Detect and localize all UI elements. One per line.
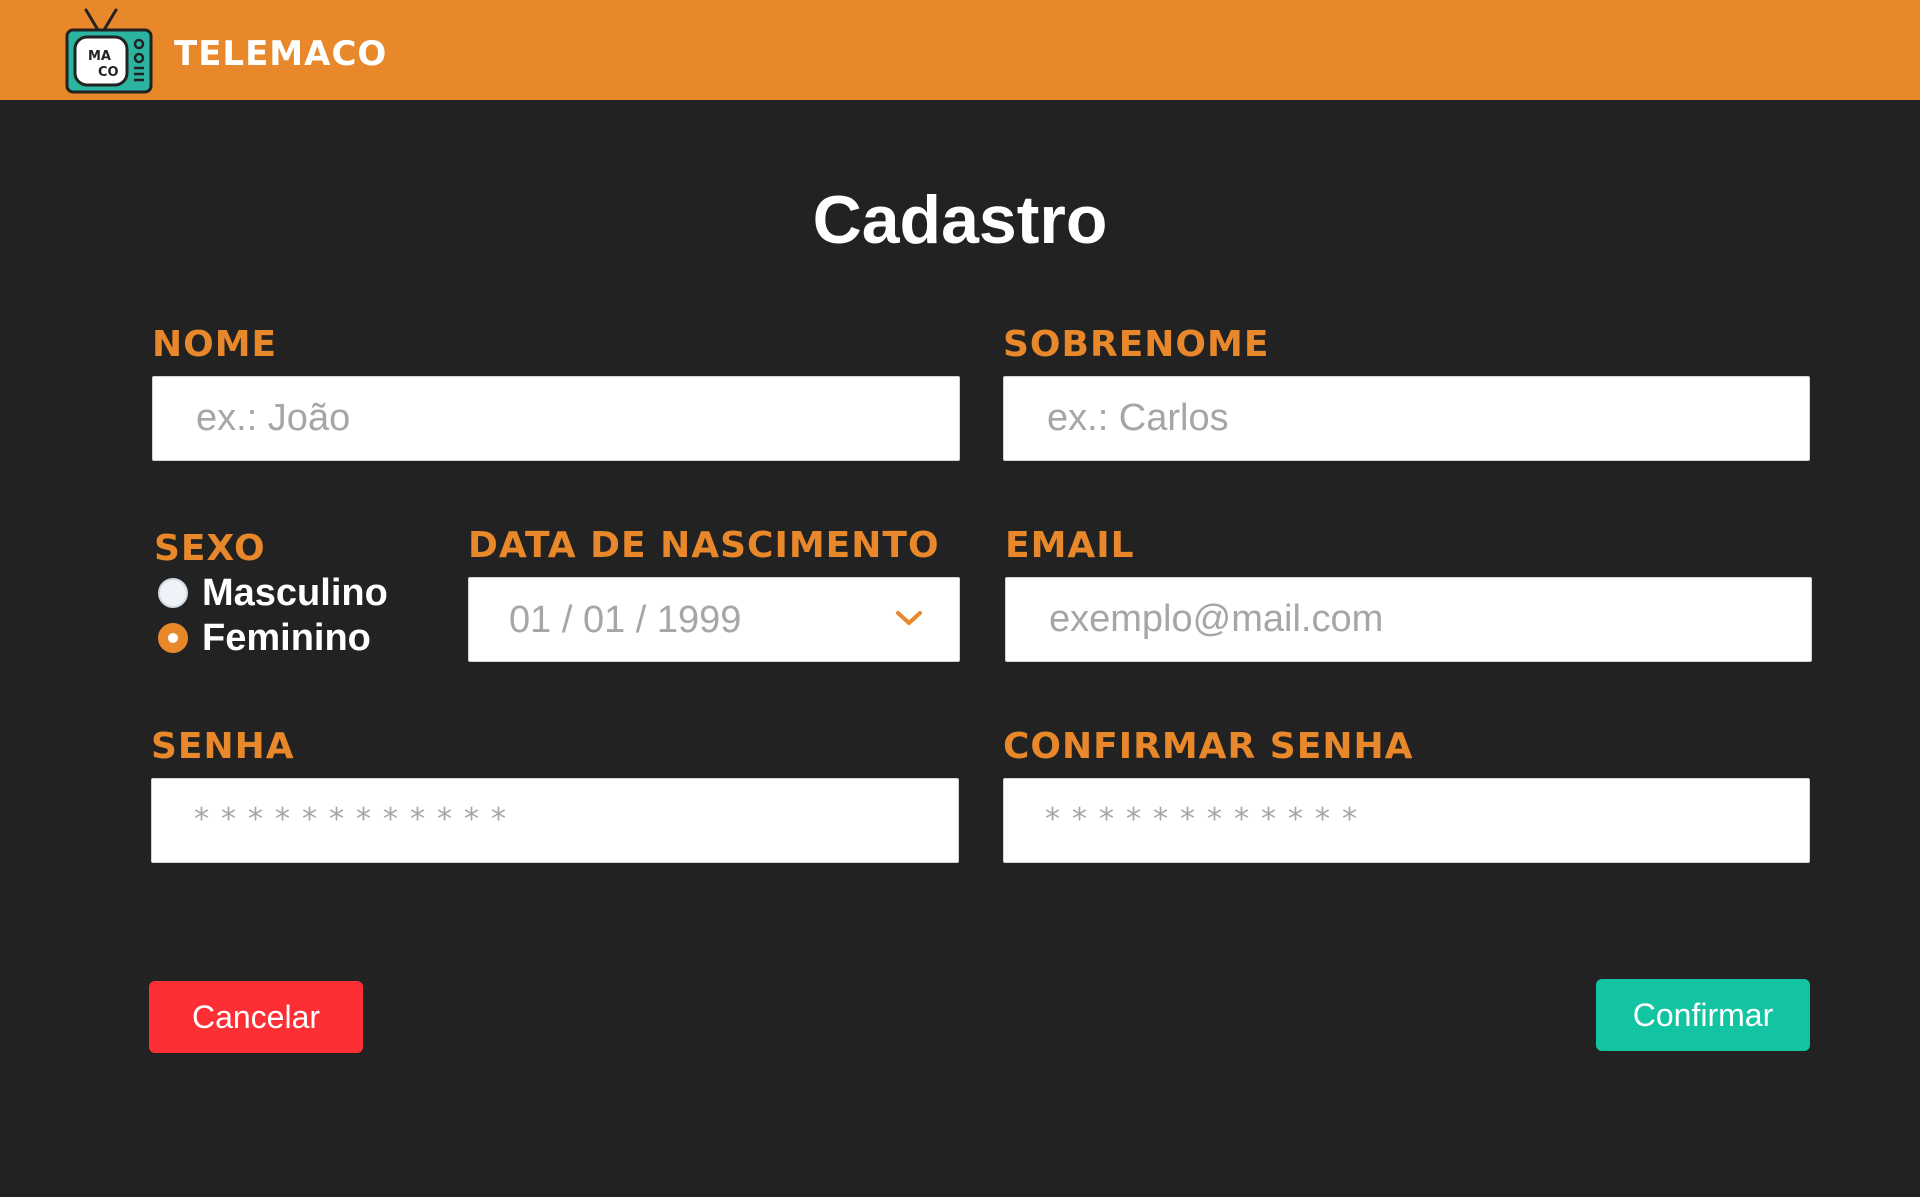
confirm-button[interactable]: Confirmar bbox=[1596, 979, 1810, 1051]
data-nascimento-label: DATA DE NASCIMENTO bbox=[468, 525, 940, 566]
brand-name[interactable]: TELEMACO bbox=[174, 34, 387, 74]
radio-option-masculino[interactable]: Masculino bbox=[158, 571, 388, 615]
date-of-birth-select[interactable]: 01 / 01 / 1999 bbox=[468, 577, 960, 662]
nome-input[interactable] bbox=[152, 376, 960, 461]
page-title: Cadastro bbox=[812, 182, 1108, 258]
sobrenome-input[interactable] bbox=[1003, 376, 1810, 461]
email-input[interactable] bbox=[1005, 577, 1812, 662]
tv-logo-icon[interactable]: MA CO bbox=[64, 6, 154, 94]
sobrenome-label: SOBRENOME bbox=[1003, 324, 1270, 365]
cancel-button[interactable]: Cancelar bbox=[149, 981, 363, 1053]
sexo-label: SEXO bbox=[154, 528, 266, 569]
radio-button-feminino[interactable] bbox=[158, 623, 188, 653]
confirmar-senha-input[interactable] bbox=[1003, 778, 1810, 863]
radio-option-feminino[interactable]: Feminino bbox=[158, 616, 371, 660]
confirmar-senha-label: CONFIRMAR SENHA bbox=[1003, 726, 1414, 767]
radio-label-feminino: Feminino bbox=[202, 617, 371, 659]
nome-label: NOME bbox=[152, 324, 278, 365]
radio-button-masculino[interactable] bbox=[158, 578, 188, 608]
svg-text:CO: CO bbox=[98, 65, 119, 80]
svg-text:MA: MA bbox=[88, 49, 111, 64]
chevron-down-icon[interactable] bbox=[893, 606, 925, 630]
radio-label-masculino: Masculino bbox=[202, 572, 388, 614]
email-label: EMAIL bbox=[1005, 525, 1135, 566]
senha-input[interactable] bbox=[151, 778, 959, 863]
senha-label: SENHA bbox=[151, 726, 295, 767]
top-header: MA CO TELEMACO bbox=[0, 0, 1920, 100]
date-of-birth-value: 01 / 01 / 1999 bbox=[509, 599, 742, 641]
